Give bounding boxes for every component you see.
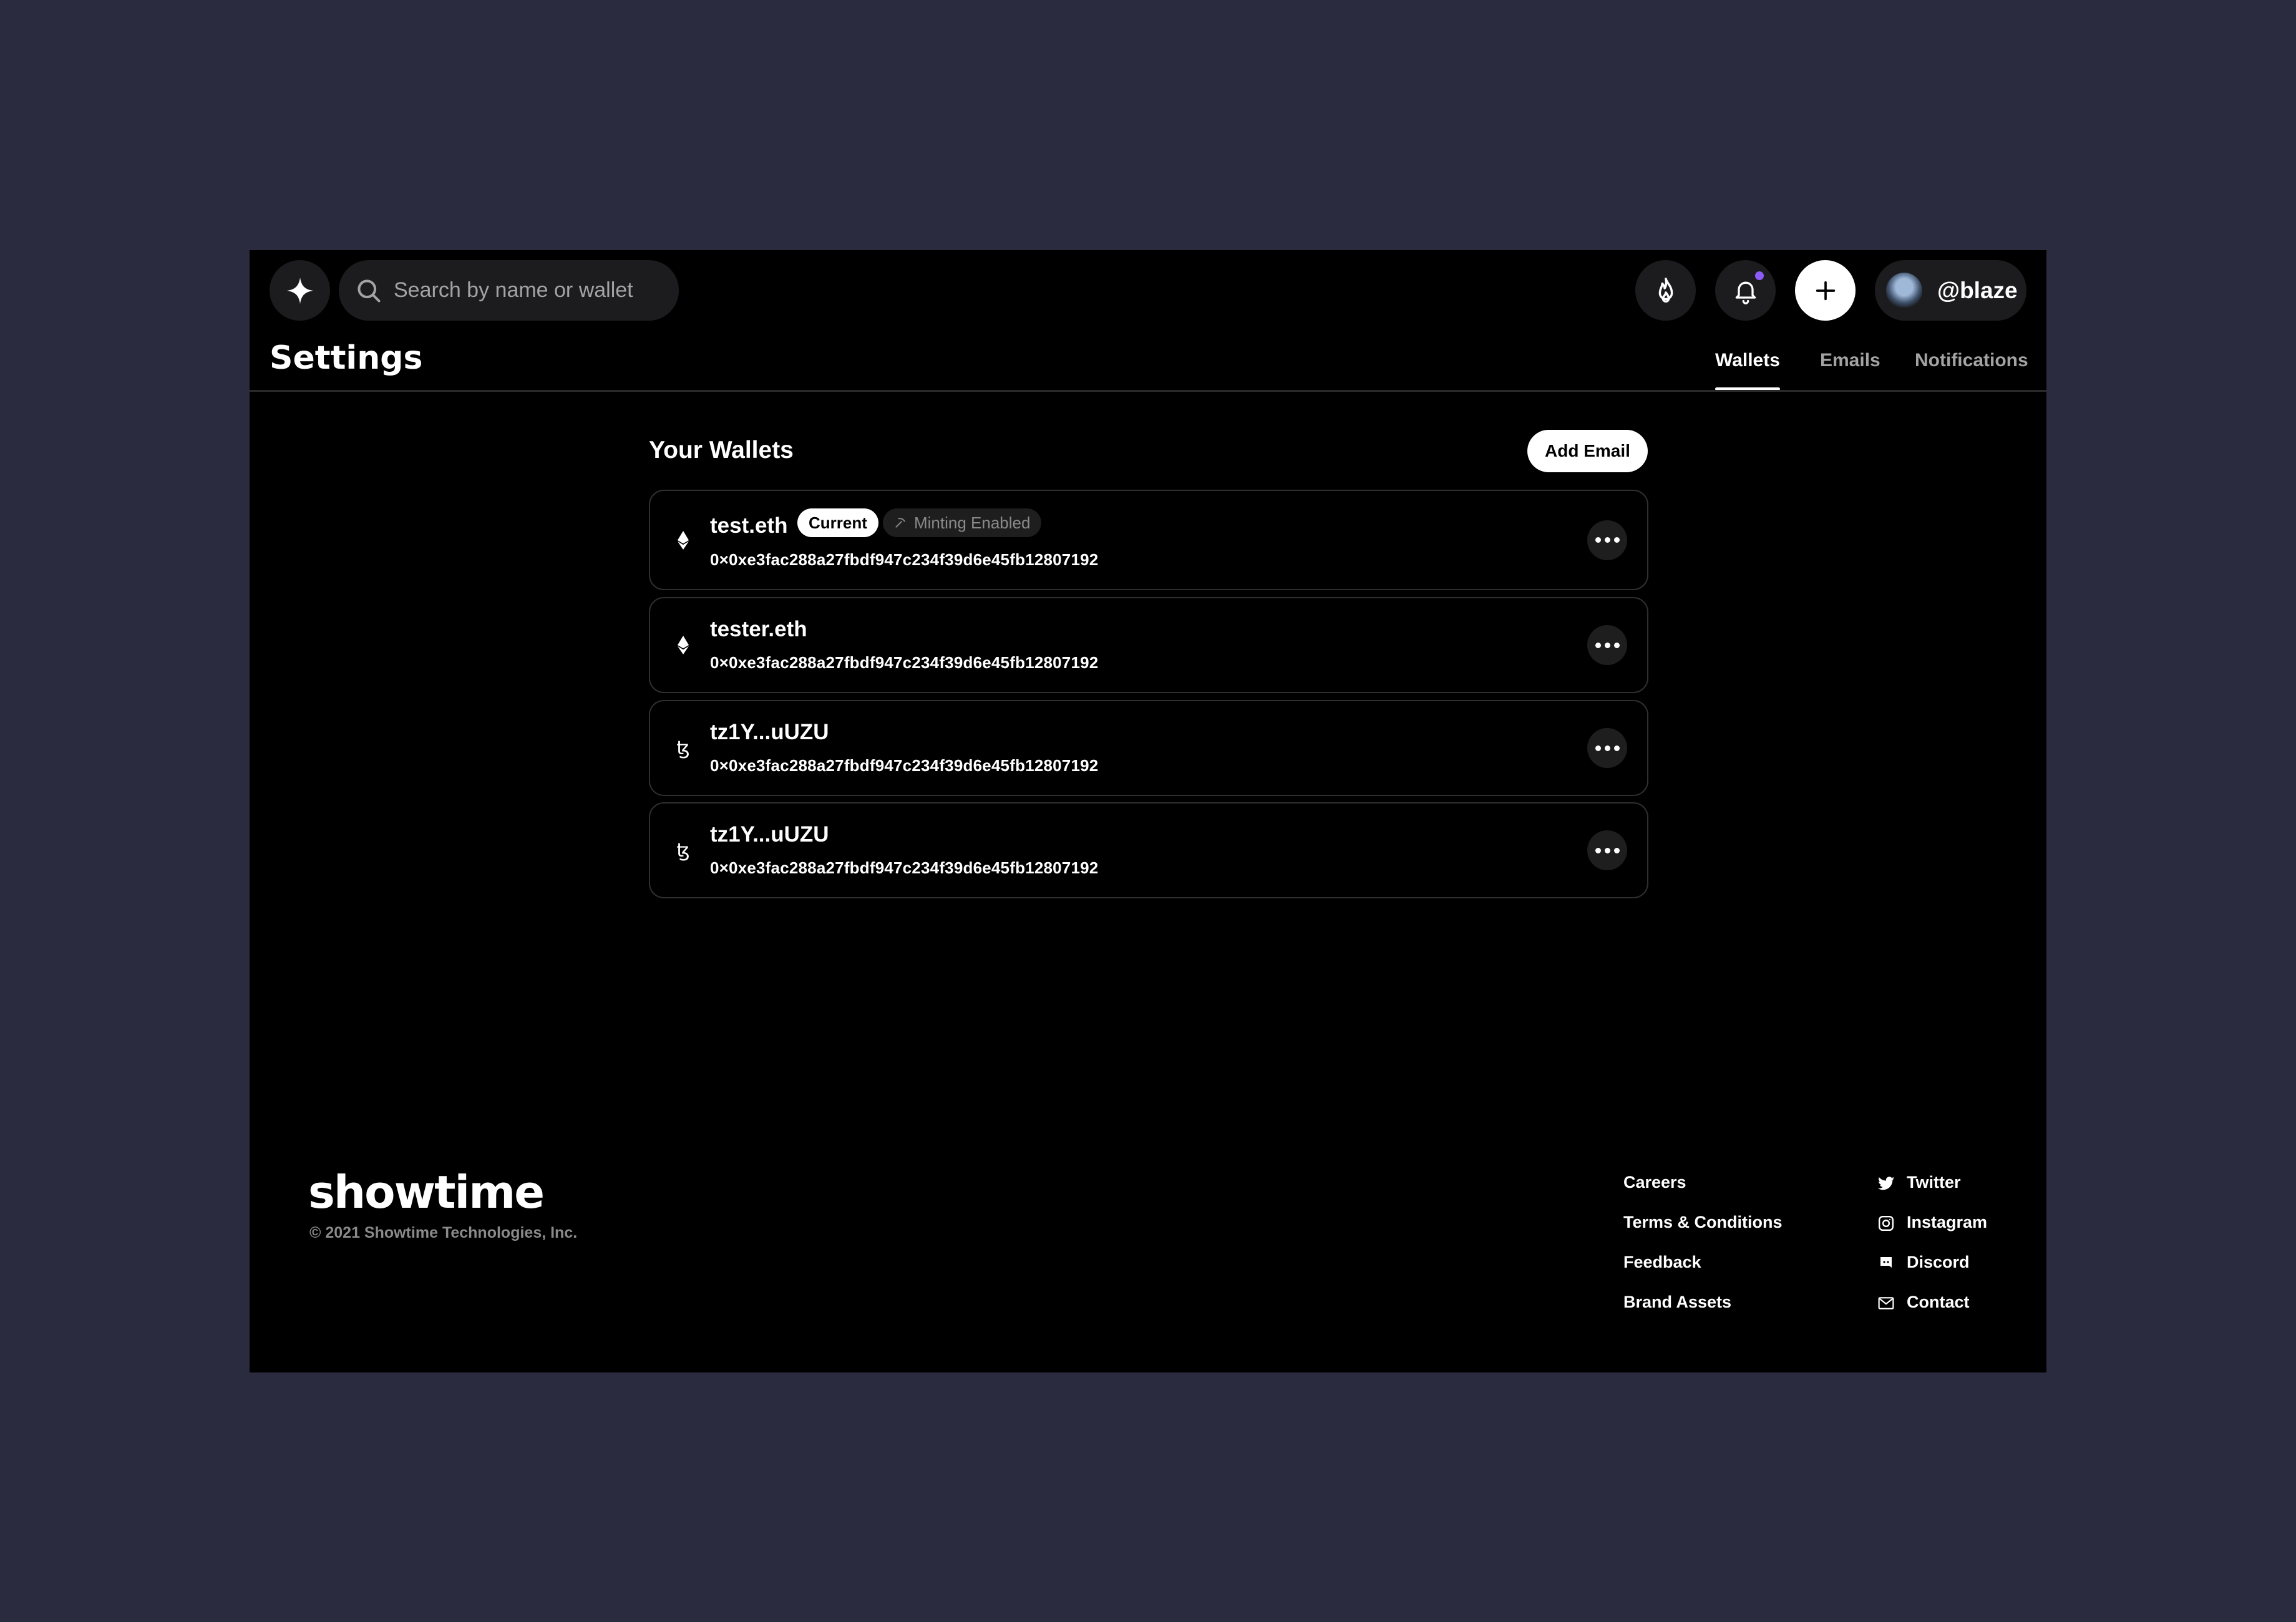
tezos-icon: ꜩ xyxy=(676,840,690,861)
more-options-button[interactable] xyxy=(1587,625,1627,665)
minting-badge-label: Minting Enabled xyxy=(914,513,1031,532)
twitter-icon xyxy=(1877,1174,1895,1193)
discord-label: Discord xyxy=(1907,1253,1970,1271)
terms-link[interactable]: Terms & Conditions xyxy=(1623,1213,1783,1253)
wallet-name: test.eth xyxy=(710,513,788,538)
contact-label: Contact xyxy=(1907,1293,1970,1311)
twitter-link[interactable]: Twitter xyxy=(1877,1173,1987,1213)
minting-badge: Minting Enabled xyxy=(883,508,1042,537)
settings-tabs: Wallets Emails Notifications xyxy=(250,350,2046,391)
create-button[interactable] xyxy=(1795,260,1856,321)
discord-icon xyxy=(1877,1254,1895,1273)
pickaxe-icon xyxy=(895,518,905,528)
wallet-row[interactable]: tester.eth 0×0xe3fac288a27fbdf947c234f39… xyxy=(649,597,1648,693)
instagram-icon xyxy=(1877,1214,1895,1233)
footer-links: Careers Terms & Conditions Feedback Bran… xyxy=(1623,1173,1783,1333)
flame-icon xyxy=(1658,277,1673,303)
search-input[interactable] xyxy=(394,278,668,303)
feedback-link[interactable]: Feedback xyxy=(1623,1253,1783,1293)
wallet-address: 0×0xe3fac288a27fbdf947c234f39d6e45fb1280… xyxy=(710,756,1099,775)
wallet-name: tz1Y...uUZU xyxy=(710,822,829,847)
current-badge: Current xyxy=(797,508,878,537)
wallet-name: tester.eth xyxy=(710,617,807,641)
section-title: Your Wallets xyxy=(649,437,794,464)
tab-emails[interactable]: Emails xyxy=(1820,350,1880,391)
wallet-address: 0×0xe3fac288a27fbdf947c234f39d6e45fb1280… xyxy=(710,550,1099,569)
wallet-row[interactable]: test.eth Current Minting Enabled 0×0xe3f… xyxy=(649,490,1648,590)
add-email-button[interactable]: Add Email xyxy=(1527,430,1648,472)
wallet-address: 0×0xe3fac288a27fbdf947c234f39d6e45fb1280… xyxy=(710,653,1099,672)
copyright: © 2021 Showtime Technologies, Inc. xyxy=(309,1224,578,1241)
username: @blaze xyxy=(1937,277,2018,303)
plus-icon xyxy=(1816,281,1835,300)
wallet-row[interactable]: ꜩ tz1Y...uUZU 0×0xe3fac288a27fbdf947c234… xyxy=(649,802,1648,898)
avatar xyxy=(1886,272,1922,309)
more-options-button[interactable] xyxy=(1587,830,1627,870)
instagram-link[interactable]: Instagram xyxy=(1877,1213,1987,1253)
mail-icon xyxy=(1877,1294,1895,1313)
contact-link[interactable]: Contact xyxy=(1877,1293,1987,1333)
instagram-label: Instagram xyxy=(1907,1213,1988,1231)
ethereum-icon xyxy=(674,633,693,658)
more-options-button[interactable] xyxy=(1587,728,1627,768)
sparkle-icon xyxy=(286,277,313,304)
wallet-row[interactable]: ꜩ tz1Y...uUZU 0×0xe3fac288a27fbdf947c234… xyxy=(649,700,1648,796)
notifications-button[interactable] xyxy=(1715,260,1776,321)
app-window: @blaze Settings Wallets Emails Notificat… xyxy=(250,250,2046,1372)
home-button[interactable] xyxy=(270,260,330,321)
notification-dot xyxy=(1755,271,1764,280)
header: @blaze Settings Wallets Emails Notificat… xyxy=(250,250,2046,392)
discord-link[interactable]: Discord xyxy=(1877,1253,1987,1293)
careers-link[interactable]: Careers xyxy=(1623,1173,1783,1213)
twitter-label: Twitter xyxy=(1907,1173,1961,1192)
search-bar[interactable] xyxy=(339,260,679,321)
trending-button[interactable] xyxy=(1635,260,1696,321)
footer-logo: showtime xyxy=(308,1166,545,1218)
social-links: Twitter Instagram Discord Contact xyxy=(1877,1173,1987,1333)
profile-button[interactable]: @blaze xyxy=(1875,260,2026,321)
tab-wallets[interactable]: Wallets xyxy=(1715,350,1780,391)
brand-assets-link[interactable]: Brand Assets xyxy=(1623,1293,1783,1333)
tab-notifications[interactable]: Notifications xyxy=(1915,350,2028,391)
more-options-button[interactable] xyxy=(1587,520,1627,560)
tezos-icon: ꜩ xyxy=(676,737,690,759)
ethereum-icon xyxy=(674,528,693,553)
search-icon xyxy=(358,279,381,303)
wallet-name: tz1Y...uUZU xyxy=(710,720,829,744)
bell-icon xyxy=(1735,281,1756,304)
wallet-address: 0×0xe3fac288a27fbdf947c234f39d6e45fb1280… xyxy=(710,858,1099,877)
header-divider xyxy=(250,390,2046,392)
